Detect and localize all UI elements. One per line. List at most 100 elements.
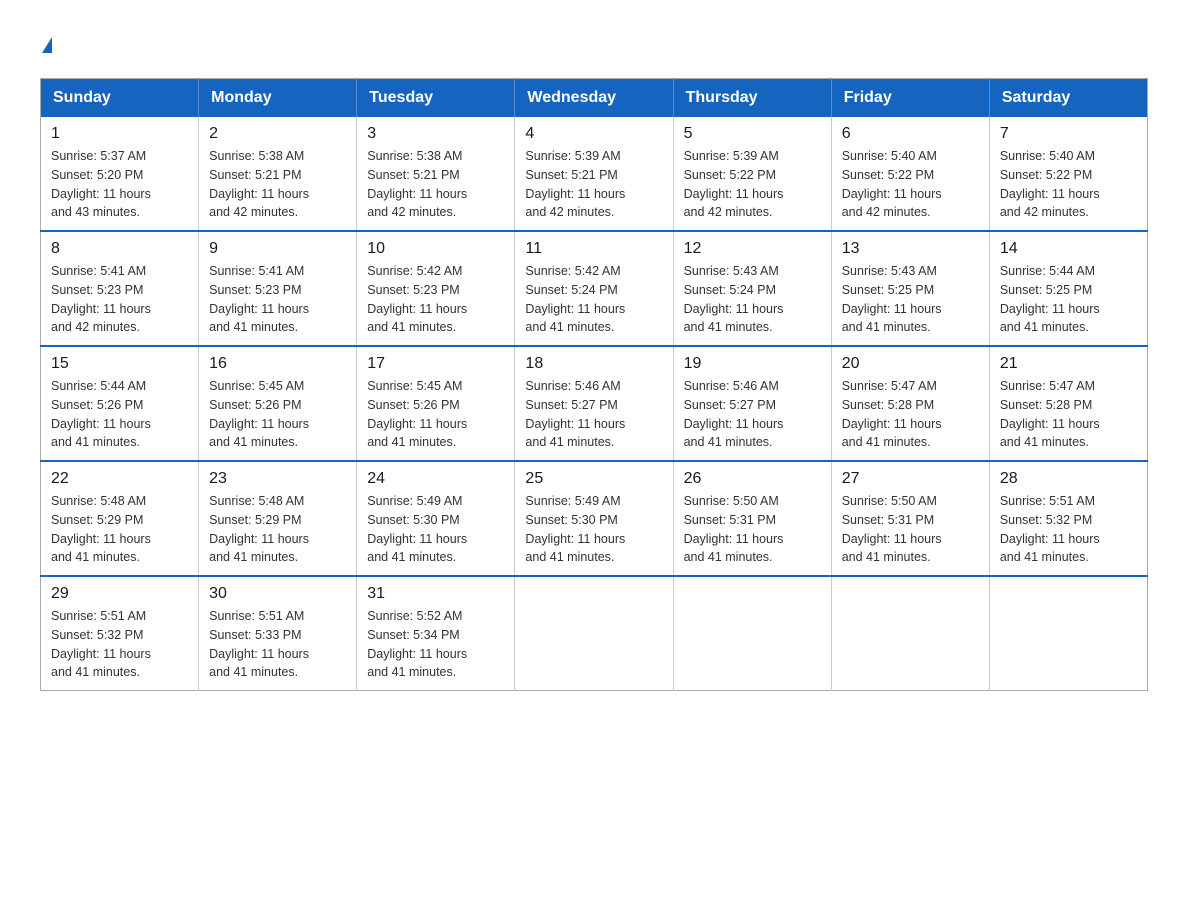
day-info: Sunrise: 5:51 AM Sunset: 5:32 PM Dayligh… [51,607,188,682]
calendar-cell: 1 Sunrise: 5:37 AM Sunset: 5:20 PM Dayli… [41,117,199,231]
day-info: Sunrise: 5:40 AM Sunset: 5:22 PM Dayligh… [842,147,979,222]
day-info: Sunrise: 5:47 AM Sunset: 5:28 PM Dayligh… [842,377,979,452]
day-info: Sunrise: 5:45 AM Sunset: 5:26 PM Dayligh… [209,377,346,452]
calendar-cell: 14 Sunrise: 5:44 AM Sunset: 5:25 PM Dayl… [989,231,1147,346]
calendar-cell [831,576,989,691]
calendar-week-row: 1 Sunrise: 5:37 AM Sunset: 5:20 PM Dayli… [41,117,1148,231]
day-number: 15 [51,355,188,373]
day-number: 14 [1000,240,1137,258]
day-number: 4 [525,125,662,143]
day-info: Sunrise: 5:46 AM Sunset: 5:27 PM Dayligh… [525,377,662,452]
calendar-cell: 10 Sunrise: 5:42 AM Sunset: 5:23 PM Dayl… [357,231,515,346]
page-header [40,30,1148,58]
calendar-cell: 18 Sunrise: 5:46 AM Sunset: 5:27 PM Dayl… [515,346,673,461]
calendar-cell: 29 Sunrise: 5:51 AM Sunset: 5:32 PM Dayl… [41,576,199,691]
day-number: 3 [367,125,504,143]
day-info: Sunrise: 5:43 AM Sunset: 5:25 PM Dayligh… [842,262,979,337]
calendar-cell: 4 Sunrise: 5:39 AM Sunset: 5:21 PM Dayli… [515,117,673,231]
calendar-cell: 24 Sunrise: 5:49 AM Sunset: 5:30 PM Dayl… [357,461,515,576]
day-number: 17 [367,355,504,373]
day-info: Sunrise: 5:42 AM Sunset: 5:24 PM Dayligh… [525,262,662,337]
calendar-week-row: 22 Sunrise: 5:48 AM Sunset: 5:29 PM Dayl… [41,461,1148,576]
day-number: 6 [842,125,979,143]
calendar-cell: 5 Sunrise: 5:39 AM Sunset: 5:22 PM Dayli… [673,117,831,231]
day-info: Sunrise: 5:41 AM Sunset: 5:23 PM Dayligh… [209,262,346,337]
day-number: 8 [51,240,188,258]
calendar-header-row: SundayMondayTuesdayWednesdayThursdayFrid… [41,79,1148,118]
day-info: Sunrise: 5:46 AM Sunset: 5:27 PM Dayligh… [684,377,821,452]
day-number: 23 [209,470,346,488]
day-info: Sunrise: 5:50 AM Sunset: 5:31 PM Dayligh… [684,492,821,567]
day-info: Sunrise: 5:47 AM Sunset: 5:28 PM Dayligh… [1000,377,1137,452]
day-info: Sunrise: 5:43 AM Sunset: 5:24 PM Dayligh… [684,262,821,337]
day-number: 19 [684,355,821,373]
day-info: Sunrise: 5:48 AM Sunset: 5:29 PM Dayligh… [51,492,188,567]
calendar-cell: 3 Sunrise: 5:38 AM Sunset: 5:21 PM Dayli… [357,117,515,231]
day-number: 21 [1000,355,1137,373]
calendar-week-row: 8 Sunrise: 5:41 AM Sunset: 5:23 PM Dayli… [41,231,1148,346]
calendar-cell: 17 Sunrise: 5:45 AM Sunset: 5:26 PM Dayl… [357,346,515,461]
calendar-cell: 21 Sunrise: 5:47 AM Sunset: 5:28 PM Dayl… [989,346,1147,461]
calendar-cell: 12 Sunrise: 5:43 AM Sunset: 5:24 PM Dayl… [673,231,831,346]
calendar-cell [989,576,1147,691]
calendar-day-header: Saturday [989,79,1147,118]
calendar-week-row: 29 Sunrise: 5:51 AM Sunset: 5:32 PM Dayl… [41,576,1148,691]
day-number: 16 [209,355,346,373]
calendar-cell: 31 Sunrise: 5:52 AM Sunset: 5:34 PM Dayl… [357,576,515,691]
day-info: Sunrise: 5:39 AM Sunset: 5:22 PM Dayligh… [684,147,821,222]
logo-general-line [40,30,52,58]
day-number: 27 [842,470,979,488]
day-info: Sunrise: 5:52 AM Sunset: 5:34 PM Dayligh… [367,607,504,682]
day-number: 11 [525,240,662,258]
day-number: 24 [367,470,504,488]
day-number: 22 [51,470,188,488]
logo-triangle-icon [42,37,52,53]
calendar-cell: 7 Sunrise: 5:40 AM Sunset: 5:22 PM Dayli… [989,117,1147,231]
day-number: 9 [209,240,346,258]
calendar-cell: 26 Sunrise: 5:50 AM Sunset: 5:31 PM Dayl… [673,461,831,576]
day-info: Sunrise: 5:50 AM Sunset: 5:31 PM Dayligh… [842,492,979,567]
calendar-cell: 22 Sunrise: 5:48 AM Sunset: 5:29 PM Dayl… [41,461,199,576]
calendar-day-header: Friday [831,79,989,118]
calendar-cell: 13 Sunrise: 5:43 AM Sunset: 5:25 PM Dayl… [831,231,989,346]
calendar-day-header: Thursday [673,79,831,118]
day-info: Sunrise: 5:49 AM Sunset: 5:30 PM Dayligh… [367,492,504,567]
calendar-cell: 20 Sunrise: 5:47 AM Sunset: 5:28 PM Dayl… [831,346,989,461]
day-number: 26 [684,470,821,488]
calendar-cell: 25 Sunrise: 5:49 AM Sunset: 5:30 PM Dayl… [515,461,673,576]
calendar-cell: 8 Sunrise: 5:41 AM Sunset: 5:23 PM Dayli… [41,231,199,346]
day-info: Sunrise: 5:51 AM Sunset: 5:32 PM Dayligh… [1000,492,1137,567]
calendar-cell: 27 Sunrise: 5:50 AM Sunset: 5:31 PM Dayl… [831,461,989,576]
day-number: 18 [525,355,662,373]
day-number: 7 [1000,125,1137,143]
calendar-table: SundayMondayTuesdayWednesdayThursdayFrid… [40,78,1148,691]
day-info: Sunrise: 5:39 AM Sunset: 5:21 PM Dayligh… [525,147,662,222]
calendar-cell [673,576,831,691]
day-number: 28 [1000,470,1137,488]
day-info: Sunrise: 5:38 AM Sunset: 5:21 PM Dayligh… [209,147,346,222]
day-number: 25 [525,470,662,488]
day-number: 13 [842,240,979,258]
calendar-day-header: Tuesday [357,79,515,118]
calendar-week-row: 15 Sunrise: 5:44 AM Sunset: 5:26 PM Dayl… [41,346,1148,461]
calendar-day-header: Wednesday [515,79,673,118]
day-number: 5 [684,125,821,143]
calendar-cell [515,576,673,691]
day-info: Sunrise: 5:37 AM Sunset: 5:20 PM Dayligh… [51,147,188,222]
calendar-cell: 2 Sunrise: 5:38 AM Sunset: 5:21 PM Dayli… [199,117,357,231]
day-number: 10 [367,240,504,258]
calendar-cell: 28 Sunrise: 5:51 AM Sunset: 5:32 PM Dayl… [989,461,1147,576]
calendar-day-header: Sunday [41,79,199,118]
calendar-day-header: Monday [199,79,357,118]
calendar-cell: 23 Sunrise: 5:48 AM Sunset: 5:29 PM Dayl… [199,461,357,576]
day-number: 31 [367,585,504,603]
calendar-cell: 6 Sunrise: 5:40 AM Sunset: 5:22 PM Dayli… [831,117,989,231]
day-number: 20 [842,355,979,373]
day-number: 2 [209,125,346,143]
day-number: 29 [51,585,188,603]
calendar-cell: 16 Sunrise: 5:45 AM Sunset: 5:26 PM Dayl… [199,346,357,461]
day-info: Sunrise: 5:44 AM Sunset: 5:26 PM Dayligh… [51,377,188,452]
calendar-cell: 15 Sunrise: 5:44 AM Sunset: 5:26 PM Dayl… [41,346,199,461]
calendar-cell: 19 Sunrise: 5:46 AM Sunset: 5:27 PM Dayl… [673,346,831,461]
day-info: Sunrise: 5:41 AM Sunset: 5:23 PM Dayligh… [51,262,188,337]
